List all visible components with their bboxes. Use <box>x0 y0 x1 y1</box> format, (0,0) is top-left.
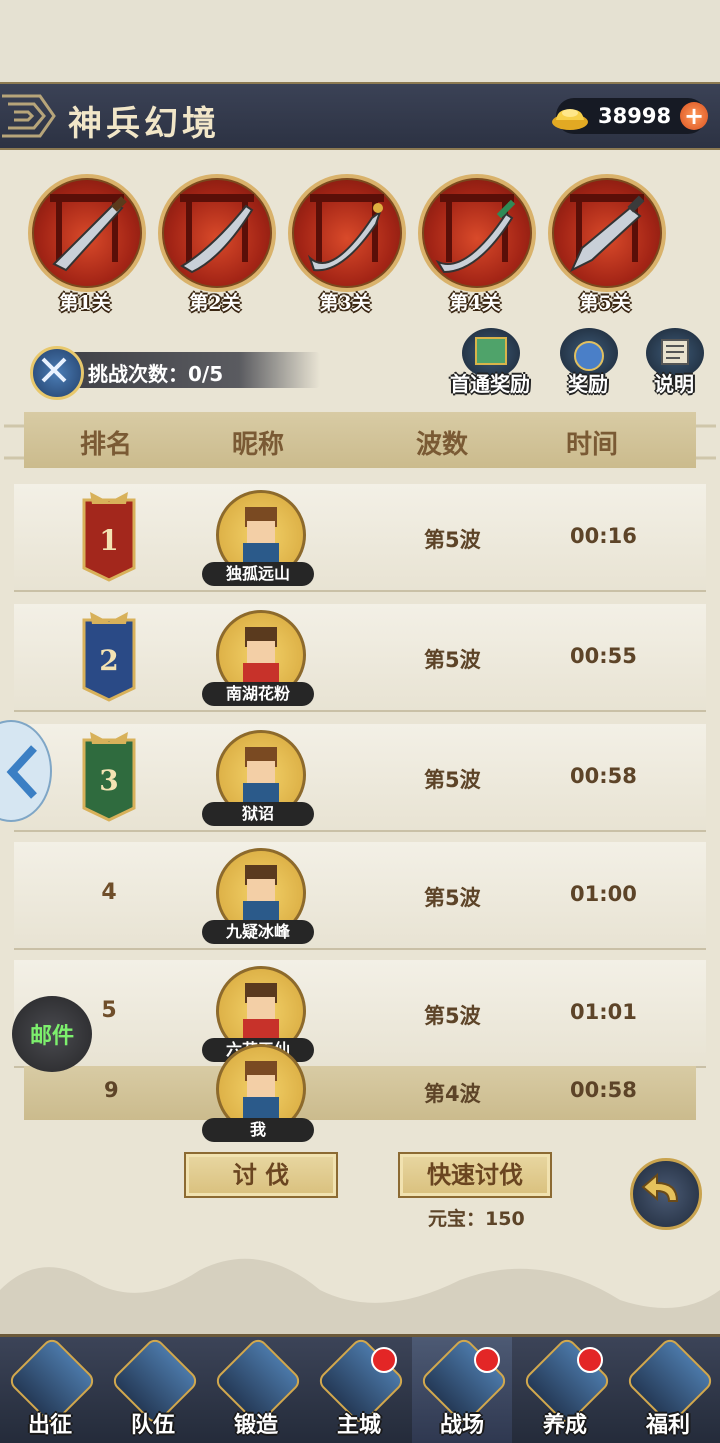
svg-text:2: 2 <box>99 644 118 677</box>
stage-3-icon <box>288 174 406 292</box>
clear-time: 00:16 <box>570 524 637 548</box>
table-row[interactable]: 1 独孤远山 第5波 00:16 <box>14 484 706 590</box>
nav-label: 队伍 <box>130 1413 175 1438</box>
side-expand-button[interactable] <box>0 720 52 822</box>
clear-time: 01:01 <box>570 1000 637 1024</box>
currency-value: 38998 <box>598 104 672 128</box>
stage-3-label: 第3关 <box>319 292 371 314</box>
challenge-count: 挑战次数：0/5 <box>30 346 320 400</box>
my-name: 我 <box>202 1118 314 1142</box>
table-row[interactable]: 5 六花天仙 第5波 01:01 <box>14 960 706 1066</box>
nav-label: 主城 <box>336 1413 381 1438</box>
notification-badge <box>474 1347 500 1373</box>
mail-label: 邮件 <box>30 1024 75 1049</box>
bottom-nav: 出征 队伍 锻造 主城 战场 养成 福利 <box>0 1334 720 1443</box>
stage-4-icon <box>418 174 536 292</box>
stage-5-icon <box>548 174 666 292</box>
my-clear-time: 00:58 <box>570 1078 637 1102</box>
crossed-swords-icon <box>30 346 84 400</box>
nav-item-welfare[interactable]: 福利 <box>618 1335 718 1443</box>
player-name: 南湖花粉 <box>202 682 314 706</box>
svg-text:3: 3 <box>99 764 118 797</box>
back-arrow-icon <box>641 1172 679 1202</box>
nav-label: 养成 <box>542 1413 587 1438</box>
table-row[interactable]: 4 九疑冰峰 第5波 01:00 <box>14 842 706 948</box>
reward-label: 奖励 <box>568 372 608 396</box>
header-waves: 波数 <box>416 430 469 460</box>
title-bar: 神兵幻境 38998 + <box>0 82 720 150</box>
table-row[interactable]: 3 狱诏 第5波 00:58 <box>14 724 706 830</box>
wave-count: 第5波 <box>424 886 481 910</box>
quick-attack-cost: 元宝：150 <box>428 1208 525 1230</box>
page-title: 神兵幻境 <box>68 104 220 144</box>
rank-2-banner-icon: 2 <box>82 612 136 702</box>
notification-badge <box>371 1347 397 1373</box>
rank-1-banner-icon: 1 <box>82 492 136 582</box>
table-row[interactable]: 2 南湖花粉 第5波 00:55 <box>14 604 706 710</box>
nav-label: 战场 <box>439 1413 484 1438</box>
stage-4-label: 第4关 <box>449 292 501 314</box>
challenge-count-text: 挑战次数：0/5 <box>88 362 224 386</box>
top-spacer <box>0 0 720 82</box>
rank-3-banner-icon: 3 <box>82 732 136 822</box>
ink-mountains-decoration <box>0 1258 720 1334</box>
plus-icon[interactable]: + <box>680 102 708 130</box>
attack-button[interactable]: 讨 伐 <box>184 1152 338 1198</box>
stage-2-icon <box>158 174 276 292</box>
reward-button[interactable]: 奖励 <box>538 328 638 398</box>
player-name: 狱诏 <box>202 802 314 826</box>
wave-count: 第5波 <box>424 528 481 552</box>
my-rank: 9 <box>104 1078 119 1102</box>
chevron-left-icon <box>6 745 37 799</box>
help-label: 说明 <box>654 372 694 396</box>
mail-button[interactable]: 邮件 <box>12 996 92 1072</box>
stage-1-label: 第1关 <box>59 292 111 314</box>
nav-item-city[interactable]: 主城 <box>309 1335 409 1443</box>
rank-number: 4 <box>101 880 117 905</box>
header-nickname: 昵称 <box>232 430 285 460</box>
stage-5-label: 第5关 <box>579 292 631 314</box>
clear-time: 01:00 <box>570 882 637 906</box>
clear-time: 00:58 <box>570 764 637 788</box>
quick-attack-button[interactable]: 快速讨伐 <box>398 1152 552 1198</box>
nav-item-forge[interactable]: 锻造 <box>206 1335 306 1443</box>
nav-label: 锻造 <box>233 1413 278 1438</box>
nav-label: 福利 <box>645 1413 690 1438</box>
header-rank: 排名 <box>80 430 133 460</box>
back-button[interactable] <box>630 1158 702 1230</box>
header-time: 时间 <box>566 430 619 460</box>
player-name: 九疑冰峰 <box>202 920 314 944</box>
stage-list: 第1关 第2关 第3关 第4关 第5关 <box>0 170 720 320</box>
notification-badge <box>577 1347 603 1373</box>
my-wave-count: 第4波 <box>424 1082 481 1106</box>
nav-item-team[interactable]: 队伍 <box>103 1335 203 1443</box>
stage-2-label: 第2关 <box>189 292 241 314</box>
wave-count: 第5波 <box>424 768 481 792</box>
currency-display: 38998 + <box>552 98 708 134</box>
nav-item-expedition[interactable]: 出征 <box>0 1335 100 1443</box>
first-clear-reward-label: 首通奖励 <box>450 372 530 396</box>
gold-ingot-icon <box>552 109 588 130</box>
my-ranking-row: 9 第4波 00:58 <box>24 1066 696 1120</box>
nav-label: 出征 <box>27 1413 72 1438</box>
ranking-table-header: 排名 昵称 波数 时间 <box>24 412 696 468</box>
stage-1-icon <box>28 174 146 292</box>
clear-time: 00:55 <box>570 644 637 668</box>
help-button[interactable]: 说明 <box>624 328 720 398</box>
first-clear-reward-button[interactable]: 首通奖励 <box>440 328 540 398</box>
nav-item-battlefield[interactable]: 战场 <box>412 1335 512 1443</box>
svg-text:1: 1 <box>99 524 118 557</box>
wave-count: 第5波 <box>424 648 481 672</box>
nav-item-cultivate[interactable]: 养成 <box>515 1335 615 1443</box>
player-name: 独孤远山 <box>202 562 314 586</box>
title-ornament-icon <box>2 94 56 138</box>
wave-count: 第5波 <box>424 1004 481 1028</box>
